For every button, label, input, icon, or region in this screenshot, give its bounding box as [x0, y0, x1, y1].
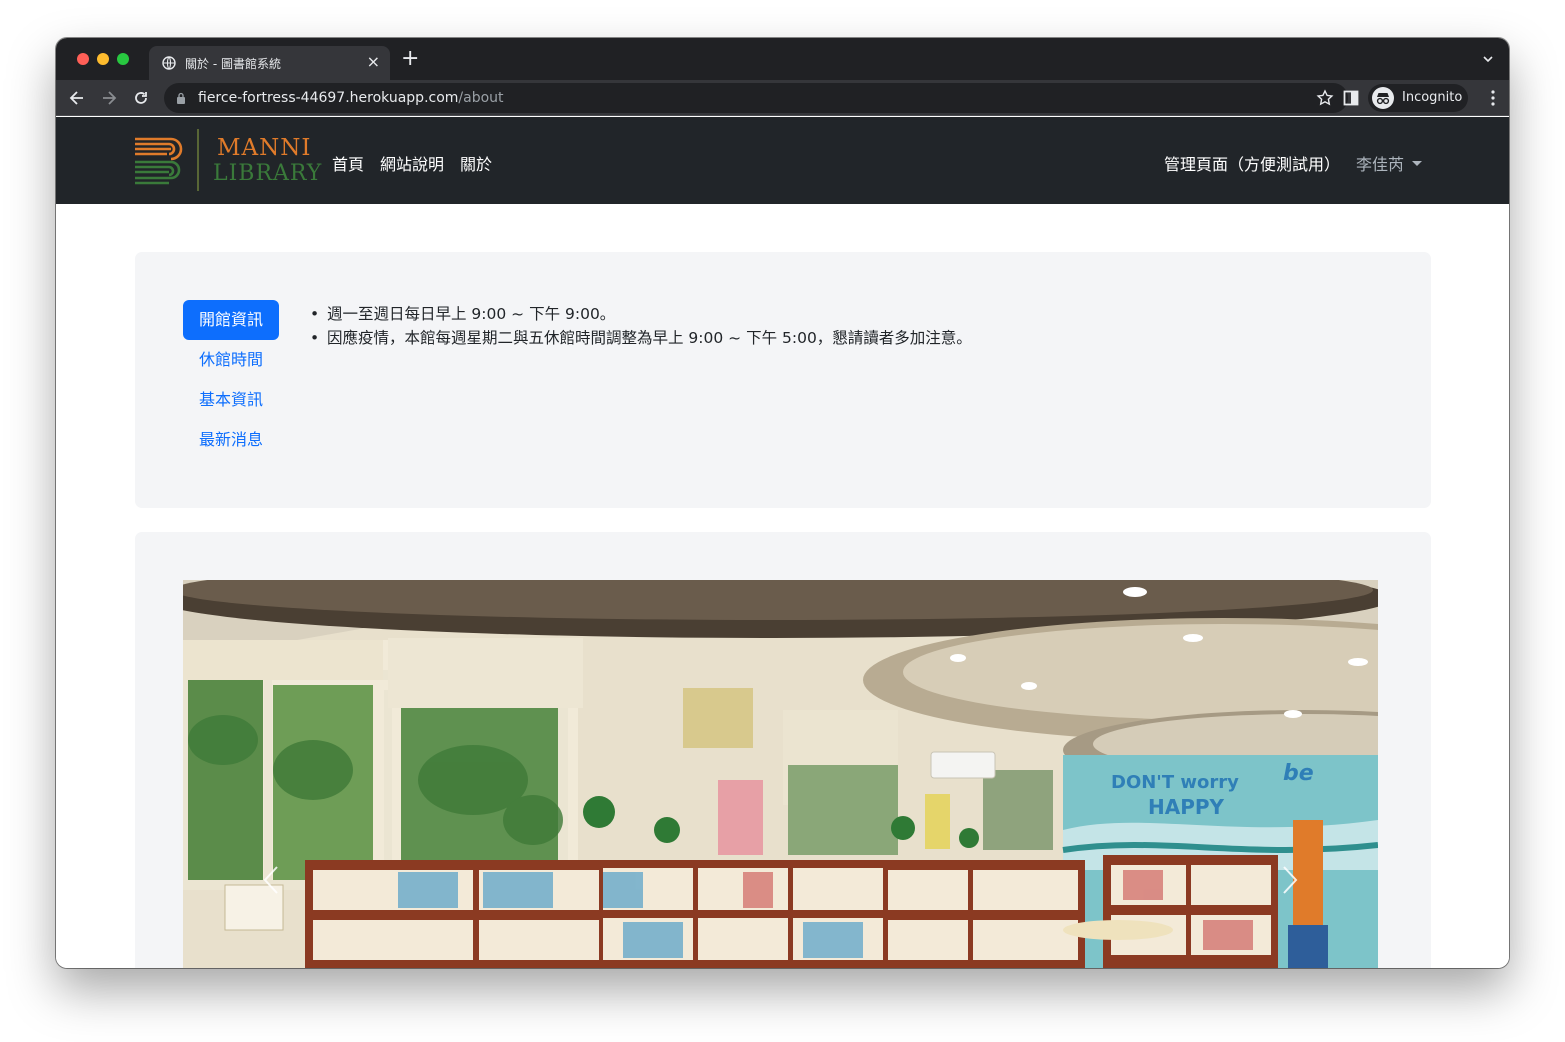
user-name: 李佳芮 [1356, 155, 1405, 174]
address-bar[interactable]: fierce-fortress-44697.herokuapp.com/abou… [164, 83, 1348, 113]
close-window-button[interactable] [77, 53, 89, 65]
lock-icon [177, 92, 185, 104]
list-item: 週一至週日每日早上 9:00 ~ 下午 9:00。 [310, 302, 972, 326]
globe-icon [162, 56, 176, 70]
forward-arrow-icon[interactable] [100, 89, 118, 107]
reload-icon[interactable] [132, 89, 150, 107]
nav-link-about[interactable]: 關於 [460, 151, 492, 175]
more-vertical-icon[interactable] [1491, 89, 1495, 107]
tab-basic-info[interactable]: 基本資訊 [183, 380, 279, 420]
chevron-down-icon[interactable] [1483, 54, 1493, 64]
logo-divider [197, 129, 199, 191]
side-panel-icon[interactable] [1342, 89, 1360, 107]
maximize-window-button[interactable] [117, 53, 129, 65]
page-content: 開館資訊 休館時間 基本資訊 最新消息 週一至週日每日早上 9:00 ~ 下午 … [56, 204, 1509, 968]
new-tab-button[interactable]: + [401, 48, 419, 70]
caret-down-icon [1412, 161, 1423, 166]
tab-latest-news[interactable]: 最新消息 [183, 420, 279, 460]
url-text: fierce-fortress-44697.herokuapp.com/abou… [198, 90, 504, 106]
bookshelf-row [305, 855, 1278, 968]
incognito-icon [1372, 87, 1394, 109]
user-dropdown[interactable]: 李佳芮 [1356, 151, 1423, 175]
url-host: fierce-fortress-44697.herokuapp.com [198, 90, 459, 106]
mural-text-line2: be [1283, 761, 1314, 786]
site-logo[interactable]: MANNI LIBRARY [134, 129, 321, 191]
logo-text-manni: MANNI [217, 135, 312, 161]
carousel-next-icon[interactable] [1282, 865, 1298, 895]
nav-link-admin[interactable]: 管理頁面（方便測試用） [1164, 151, 1340, 175]
opening-info-list: 週一至週日每日早上 9:00 ~ 下午 9:00。 因應疫情，本館每週星期二與五… [310, 302, 972, 350]
tab-closing-time[interactable]: 休館時間 [183, 340, 279, 380]
incognito-indicator[interactable]: Incognito [1368, 84, 1468, 112]
info-card: 開館資訊 休館時間 基本資訊 最新消息 週一至週日每日早上 9:00 ~ 下午 … [135, 252, 1431, 508]
library-interior-image: DON'T worry be HAPPY [183, 580, 1378, 968]
logo-text-library: LIBRARY [213, 161, 323, 186]
logo-stripes-icon [135, 137, 183, 185]
browser-tab-active[interactable]: 關於 - 圖書館系統 × [149, 46, 390, 80]
list-item: 因應疫情，本館每週星期二與五休館時間調整為早上 9:00 ~ 下午 5:00，懇… [310, 326, 972, 350]
nav-link-site-guide[interactable]: 網站說明 [380, 151, 444, 175]
incognito-label: Incognito [1402, 90, 1463, 105]
browser-window: 關於 - 圖書館系統 × + fierce-fortress-44697.her… [56, 38, 1509, 968]
tab-strip: 關於 - 圖書館系統 × + [56, 38, 1509, 80]
url-path: /about [458, 90, 504, 106]
mural-text-line1: DON'T worry [1111, 772, 1239, 793]
nav-link-home[interactable]: 首頁 [332, 151, 364, 175]
carousel-prev-icon[interactable] [263, 865, 279, 895]
tab-opening-info[interactable]: 開館資訊 [183, 300, 279, 340]
mural-text-line3: HAPPY [1148, 795, 1225, 819]
tab-close-button[interactable]: × [367, 52, 380, 72]
browser-toolbar: fierce-fortress-44697.herokuapp.com/abou… [56, 80, 1509, 116]
site-navbar: MANNI LIBRARY 首頁 網站說明 關於 管理頁面（方便測試用） 李佳芮 [56, 117, 1509, 204]
library-photo-carousel: DON'T worry be HAPPY [183, 580, 1378, 968]
minimize-window-button[interactable] [97, 53, 109, 65]
photo-card: DON'T worry be HAPPY [135, 532, 1431, 968]
back-arrow-icon[interactable] [68, 89, 86, 107]
bookmark-star-icon[interactable] [1316, 89, 1334, 107]
tab-title: 關於 - 圖書館系統 [185, 57, 281, 71]
